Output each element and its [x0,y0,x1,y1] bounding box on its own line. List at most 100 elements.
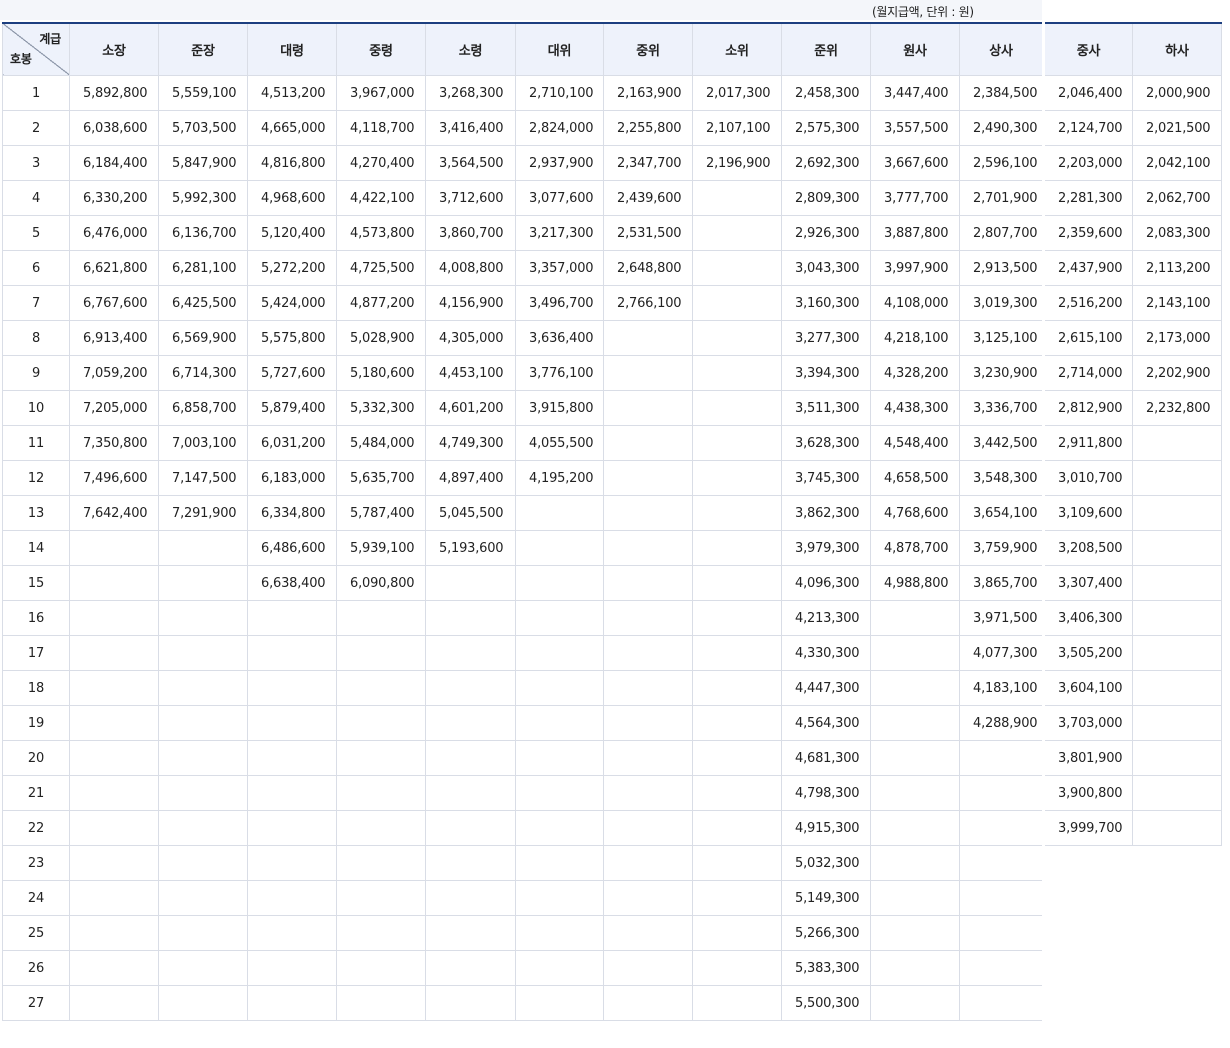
pay-cell [69,775,159,811]
pay-cell: 4,183,100 [959,670,1044,706]
pay-cell [515,845,604,881]
pay-cell [959,915,1044,951]
pay-cell: 4,725,500 [336,250,426,286]
pay-cell [1132,985,1222,1021]
pay-cell: 4,658,500 [870,460,960,496]
pay-cell: 5,028,900 [336,320,426,356]
pay-cell [69,810,159,846]
pay-cell: 4,422,100 [336,180,426,216]
pay-cell [1132,495,1222,531]
pay-cell [247,810,337,846]
pay-cell: 7,147,500 [158,460,248,496]
table-row: 19 4,564,300 4,288,900 3,703,000 [2,705,1222,741]
pay-cell [959,950,1044,986]
pay-cell [1132,460,1222,496]
pay-cell: 6,090,800 [336,565,426,601]
pay-cell [870,740,960,776]
pay-cell: 5,149,300 [781,880,871,916]
pay-cell [247,845,337,881]
pay-cell: 2,143,100 [1132,285,1222,321]
pay-cell: 3,217,300 [515,215,604,251]
pay-cell: 3,208,500 [1042,530,1133,566]
rank-header: 대위 [515,22,604,76]
pay-cell [603,355,693,391]
pay-cell [69,530,159,566]
pay-cell: 5,484,000 [336,425,426,461]
table-row: 26 5,383,300 [2,950,1222,986]
step-cell: 7 [2,285,70,321]
pay-cell [1132,845,1222,881]
pay-cell [425,600,516,636]
pay-cell: 3,496,700 [515,285,604,321]
pay-cell: 3,979,300 [781,530,871,566]
step-cell: 24 [2,880,70,916]
pay-cell: 2,017,300 [692,75,782,111]
pay-cell [69,565,159,601]
pay-cell: 7,003,100 [158,425,248,461]
pay-cell: 4,665,000 [247,110,337,146]
pay-cell [515,705,604,741]
pay-cell [692,355,782,391]
step-cell: 8 [2,320,70,356]
step-axis-label: 호봉 [10,52,32,66]
table-row: 17 4,330,300 4,077,300 3,505,200 [2,635,1222,671]
pay-cell: 4,008,800 [425,250,516,286]
pay-cell [603,915,693,951]
pay-cell [692,285,782,321]
pay-cell: 4,878,700 [870,530,960,566]
pay-cell [692,600,782,636]
pay-cell: 3,077,600 [515,180,604,216]
pay-cell: 3,900,800 [1042,775,1133,811]
pay-cell: 4,096,300 [781,565,871,601]
pay-cell: 3,447,400 [870,75,960,111]
pay-cell [247,670,337,706]
pay-cell: 6,031,200 [247,425,337,461]
table-row: 15 6,638,400 6,090,800 4,096,300 4,988,800 3,… [2,565,1222,601]
pay-cell: 6,913,400 [69,320,159,356]
pay-cell: 2,113,200 [1132,250,1222,286]
pay-cell [1132,810,1222,846]
pay-cell [336,845,426,881]
pay-cell: 6,183,000 [247,460,337,496]
pay-cell [515,985,604,1021]
table-row: 20 4,681,300 3,801,900 [2,740,1222,776]
pay-cell: 6,638,400 [247,565,337,601]
pay-cell: 6,569,900 [158,320,248,356]
pay-cell [158,810,248,846]
pay-cell [247,635,337,671]
pay-cell: 5,383,300 [781,950,871,986]
pay-cell [158,670,248,706]
step-cell: 1 [2,75,70,111]
pay-cell: 3,125,100 [959,320,1044,356]
pay-cell [158,775,248,811]
pay-cell [870,985,960,1021]
pay-cell: 2,807,700 [959,215,1044,251]
pay-cell [247,985,337,1021]
pay-cell: 3,416,400 [425,110,516,146]
rank-header: 하사 [1132,22,1222,76]
step-cell: 9 [2,355,70,391]
pay-cell: 2,202,900 [1132,355,1222,391]
pay-cell: 5,332,300 [336,390,426,426]
pay-cell: 7,205,000 [69,390,159,426]
pay-cell: 7,291,900 [158,495,248,531]
table-row: 7 6,767,600 6,425,500 5,424,000 4,877,200 4,1… [2,285,1222,321]
rank-axis-label: 계급 [39,32,61,46]
pay-cell [1132,915,1222,951]
pay-cell: 2,926,300 [781,215,871,251]
pay-cell [1132,670,1222,706]
pay-cell: 3,357,000 [515,250,604,286]
pay-cell: 2,173,000 [1132,320,1222,356]
pay-table: 계급 호봉 소장 준장 대령 중령 소령 대위 중위 소위 준위 원사 상사 중사 하사 1 5,892,… [2,22,1222,1021]
pay-cell [69,740,159,776]
pay-cell: 4,213,300 [781,600,871,636]
pay-cell: 4,156,900 [425,285,516,321]
pay-cell [247,600,337,636]
pay-cell: 3,230,900 [959,355,1044,391]
pay-cell: 3,010,700 [1042,460,1133,496]
pay-cell [692,425,782,461]
step-cell: 16 [2,600,70,636]
pay-cell [692,250,782,286]
step-cell: 26 [2,950,70,986]
pay-cell [603,425,693,461]
